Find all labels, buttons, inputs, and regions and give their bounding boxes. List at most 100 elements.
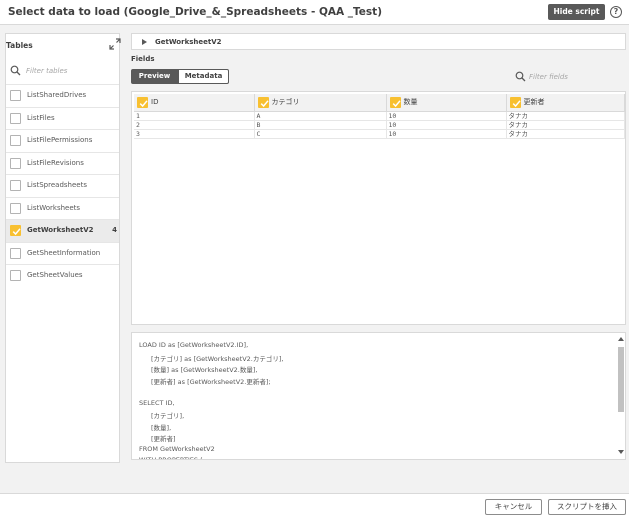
help-icon[interactable]: ? <box>610 6 622 18</box>
column-header-label: 数量 <box>403 98 418 107</box>
filter-tables-input[interactable] <box>26 64 114 78</box>
column-header-label: ID <box>151 98 159 107</box>
script-line: FROM GetWorksheetV2 <box>139 444 215 453</box>
scroll-down-icon[interactable] <box>618 450 624 454</box>
filter-tables[interactable] <box>10 64 115 78</box>
check-icon <box>392 100 401 108</box>
checkbox[interactable] <box>10 157 21 169</box>
column-checkbox[interactable] <box>137 97 148 108</box>
script-line: LOAD ID as [GetWorksheetV2.ID], <box>139 341 249 349</box>
column-header[interactable]: 更新者 <box>506 94 625 112</box>
table-item-label: ListFileRevisions <box>27 158 84 167</box>
table-header[interactable]: GetWorksheetV2 <box>131 33 626 50</box>
script-line: [カテゴリ] as [GetWorksheetV2.カテゴリ], <box>151 354 284 363</box>
table-cell: 10 <box>386 111 507 121</box>
script-scrollbar[interactable] <box>617 336 625 457</box>
checkbox[interactable] <box>10 90 21 101</box>
script-line: [数量] as [GetWorksheetV2.数量], <box>151 366 258 374</box>
insert-script-button[interactable]: スクリプトを挿入 <box>548 499 626 515</box>
script-editor[interactable]: LOAD ID as [GetWorksheetV2.ID], [カテゴリ] as… <box>131 332 626 460</box>
table-item-label: ListFilePermissions <box>27 136 93 144</box>
tab-metadata[interactable]: Metadata <box>178 69 229 84</box>
checkbox[interactable] <box>10 202 21 214</box>
table-item-label: ListSpreadsheets <box>27 181 87 189</box>
column-checkbox[interactable] <box>389 97 401 108</box>
checkbox[interactable] <box>10 180 21 191</box>
column-checkbox[interactable] <box>509 97 521 108</box>
table-cell: タナカ <box>506 111 625 121</box>
table-item[interactable]: ListSharedDrives <box>6 84 119 107</box>
table-item[interactable]: ListFilePermissions <box>6 129 119 152</box>
table-cell: タナカ <box>506 129 625 139</box>
check-icon <box>512 100 521 108</box>
hide-script-button[interactable]: Hide script <box>548 4 605 20</box>
footer: キャンセル スクリプトを挿入 <box>0 493 629 516</box>
check-icon <box>260 100 269 108</box>
tab-preview[interactable]: Preview <box>131 69 178 84</box>
checkbox[interactable] <box>10 247 21 259</box>
column-header[interactable]: 数量 <box>386 94 507 112</box>
script-line: [数量], <box>151 423 172 432</box>
checkbox[interactable] <box>10 225 21 236</box>
search-icon <box>515 71 526 82</box>
script-line: SELECT ID, <box>139 398 175 407</box>
search-icon <box>10 65 21 76</box>
script-text: LOAD ID as [GetWorksheetV2.ID], [カテゴリ] as… <box>139 341 609 460</box>
dialog-title: Select data to load (Google_Drive_&_Spre… <box>8 6 382 18</box>
field-count-badge: 4 <box>112 226 117 234</box>
column-header[interactable]: ID <box>134 94 255 112</box>
title-bar: Select data to load (Google_Drive_&_Spre… <box>0 0 629 25</box>
table-row: 3 C 10 タナカ <box>134 129 625 139</box>
table-item-label: GetSheetInformation <box>27 248 101 257</box>
script-line <box>139 387 609 399</box>
table-item[interactable]: GetWorksheetV2 4 <box>6 219 119 242</box>
expand-icon[interactable] <box>109 38 121 50</box>
table-item[interactable]: GetSheetValues <box>6 264 119 287</box>
table-cell: 10 <box>386 120 507 130</box>
fields-label: Fields <box>131 55 155 63</box>
check-icon <box>12 228 21 236</box>
table-item-label: GetSheetValues <box>27 271 83 279</box>
column-header-label: 更新者 <box>523 98 545 107</box>
script-line: [更新者] <box>151 435 176 443</box>
table-list: ListSharedDrives ListFiles ListFilePermiss… <box>6 84 119 287</box>
view-toggle: Preview Metadata <box>131 69 229 84</box>
filter-fields-input[interactable] <box>529 70 593 84</box>
table-row: 2 B 10 タナカ <box>134 120 625 130</box>
checkbox[interactable] <box>10 270 21 281</box>
table-item[interactable]: ListFileRevisions <box>6 151 119 174</box>
script-line: [更新者] as [GetWorksheetV2.更新者]; <box>151 377 271 386</box>
table-cell: 3 <box>134 129 255 139</box>
table-item[interactable]: ListFiles <box>6 106 119 129</box>
table-item[interactable]: GetSheetInformation <box>6 241 119 264</box>
table-cell: 2 <box>134 120 255 130</box>
check-icon <box>139 100 148 108</box>
column-checkbox[interactable] <box>257 97 269 108</box>
filter-fields[interactable] <box>515 70 595 84</box>
cancel-button[interactable]: キャンセル <box>485 499 542 515</box>
checkbox[interactable] <box>10 135 21 146</box>
table-cell: B <box>254 120 387 130</box>
checkbox[interactable] <box>10 112 21 124</box>
scroll-thumb[interactable] <box>618 347 624 412</box>
column-header[interactable]: カテゴリ <box>254 94 387 112</box>
caret-right-icon[interactable] <box>142 39 147 45</box>
tables-panel: Tables ListSharedDrives ListFiles ListFile… <box>5 33 121 463</box>
data-table: ID カテゴリ 数量 更新者 1 A 10 タナカ 2 B 10 タナカ 3 C 10 タナカ <box>134 94 625 139</box>
column-header-label: カテゴリ <box>271 98 300 107</box>
table-cell: A <box>254 111 387 121</box>
table-item-label: ListSharedDrives <box>27 91 87 99</box>
table-item-label: ListWorksheets <box>27 203 81 212</box>
table-row: 1 A 10 タナカ <box>134 111 625 121</box>
preview-grid: ID カテゴリ 数量 更新者 1 A 10 タナカ 2 B 10 タナカ 3 C 10 タナカ <box>131 91 626 325</box>
table-item[interactable]: ListSpreadsheets <box>6 174 119 197</box>
table-cell: 1 <box>134 111 255 121</box>
table-item[interactable]: ListWorksheets <box>6 196 119 219</box>
table-cell: 10 <box>386 129 507 139</box>
script-line: [カテゴリ], <box>151 412 185 420</box>
table-cell: タナカ <box>506 120 625 130</box>
table-cell: C <box>254 129 387 139</box>
script-line: WITH PROPERTIES ( <box>139 456 203 460</box>
scroll-up-icon[interactable] <box>618 337 624 341</box>
table-item-label: GetWorksheetV2 <box>27 226 94 234</box>
